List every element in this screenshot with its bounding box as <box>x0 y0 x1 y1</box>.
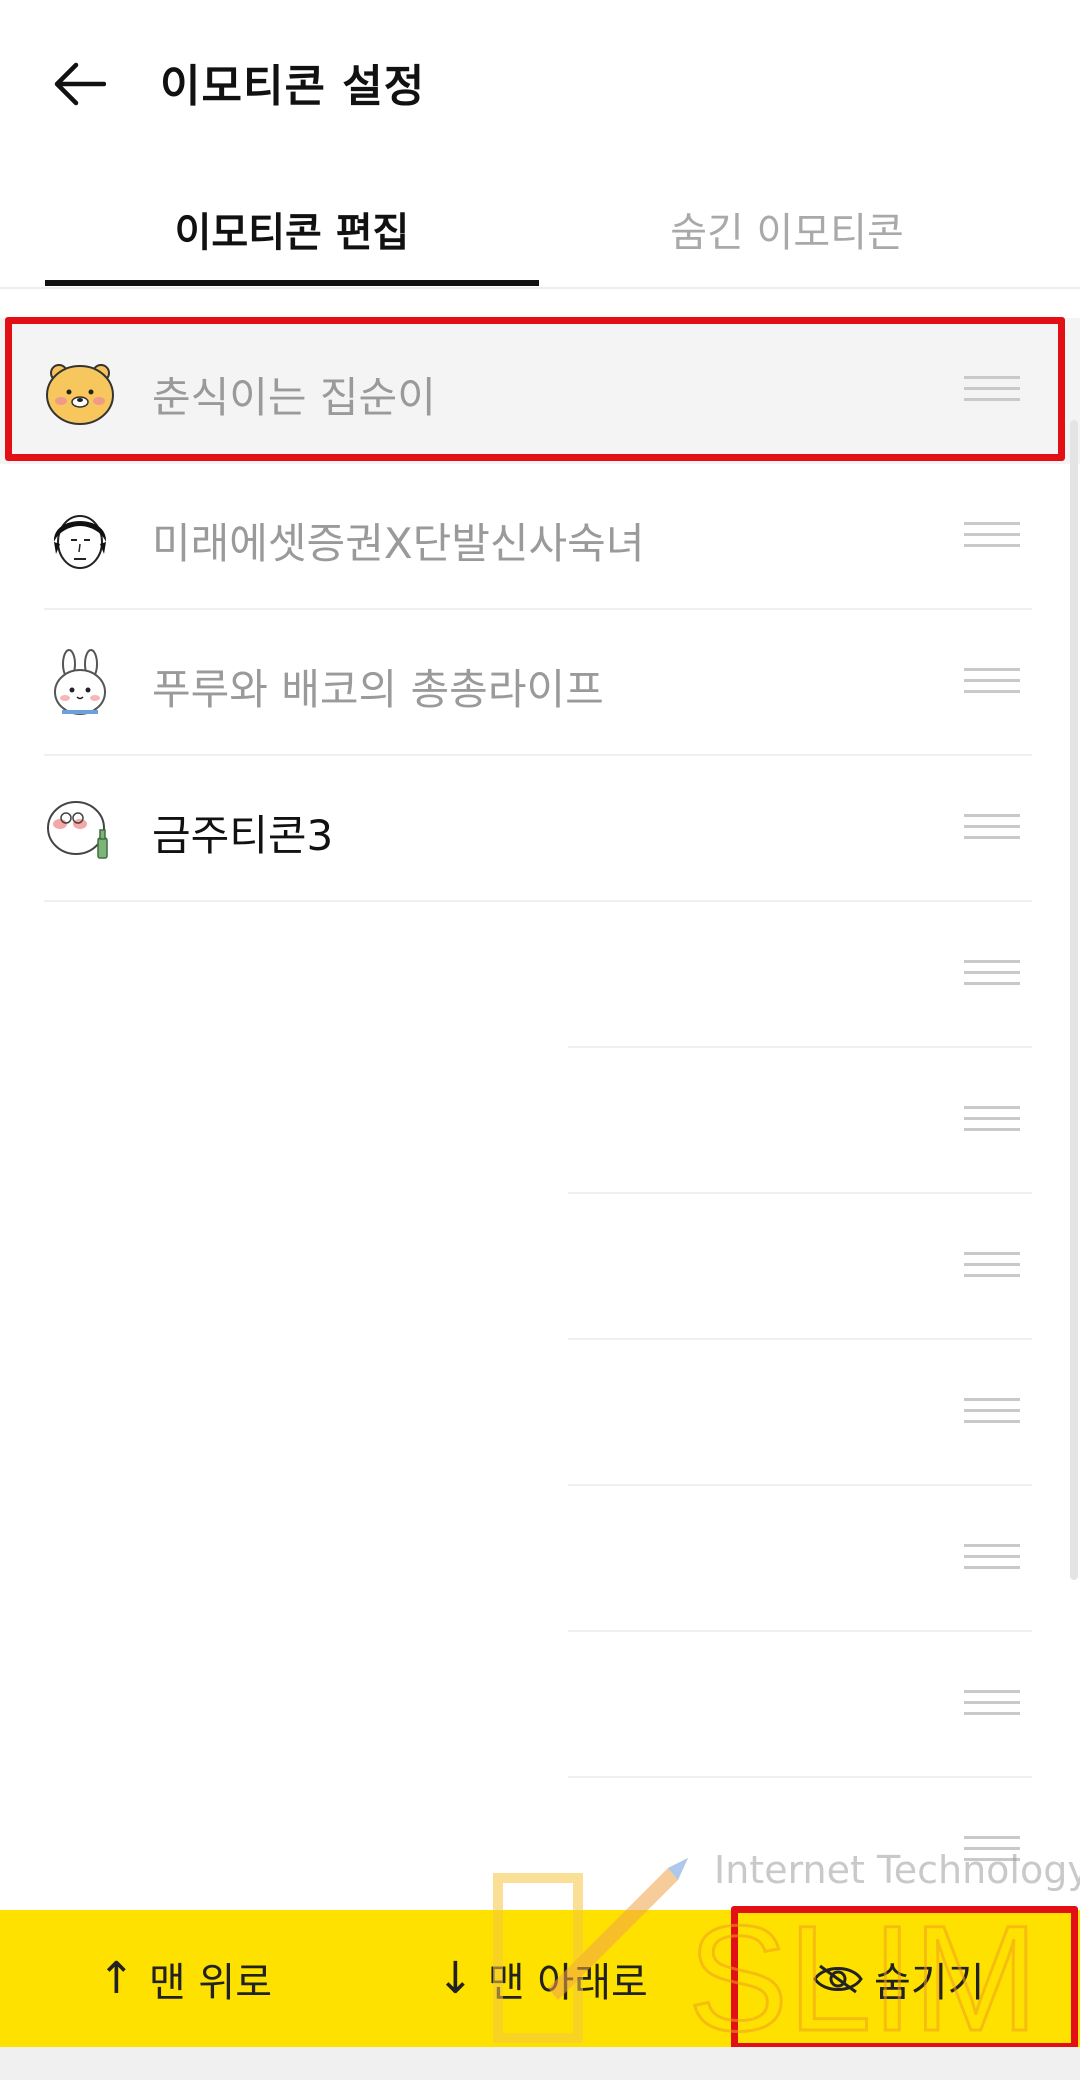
watermark-brand-lettering: SLIM <box>688 1900 1040 2050</box>
arrow-up-icon: ↑ <box>98 1953 135 2004</box>
list-item-empty <box>0 1194 1080 1340</box>
list-item-empty <box>0 902 1080 1048</box>
emoticon-list: 춘식이는 집순이 미래에셋증권X단발신사숙녀 푸루와 배코의 총총라이프 금주티… <box>0 318 1080 2070</box>
list-item[interactable]: 미래에셋증권X단발신사숙녀 <box>0 464 1080 610</box>
list-item-empty <box>0 1340 1080 1486</box>
bob-hair-face-icon <box>53 515 107 569</box>
drag-handle-icon[interactable] <box>964 814 1020 844</box>
move-to-top-label: 맨 위로 <box>148 1959 272 2006</box>
watermark-logo: Internet Technology SLIM <box>488 1838 1080 2058</box>
drag-handle-icon[interactable] <box>964 522 1020 552</box>
page-title: 이모티콘 설정 <box>160 61 426 112</box>
drag-handle-icon[interactable] <box>964 1106 1020 1136</box>
app-header: 이모티콘 설정 <box>0 0 1080 160</box>
rabbit-face-icon <box>54 649 106 715</box>
active-tab-indicator <box>45 280 539 286</box>
back-arrow-icon <box>54 62 106 106</box>
selection-highlight-frame <box>5 317 1065 461</box>
emoticon-name: 미래에셋증권X단발신사숙녀 <box>152 519 645 568</box>
list-item[interactable]: 금주티콘3 <box>0 756 1080 902</box>
bottle-character-icon <box>47 801 108 859</box>
tab-bar: 이모티콘 편집 숨긴 이모티콘 <box>0 170 1080 289</box>
drag-handle-icon[interactable] <box>964 1690 1020 1720</box>
drag-handle-icon[interactable] <box>964 1252 1020 1282</box>
list-item-empty <box>0 1048 1080 1194</box>
list-item-empty <box>0 1632 1080 1778</box>
list-item-empty <box>0 1486 1080 1632</box>
tab-edit-emoticons[interactable]: 이모티콘 편집 <box>45 200 539 258</box>
drag-handle-icon[interactable] <box>964 1544 1020 1574</box>
arrow-down-icon: ↓ <box>437 1953 474 2004</box>
emoticon-name: 푸루와 배코의 총총라이프 <box>152 665 604 714</box>
drag-handle-icon[interactable] <box>964 960 1020 990</box>
back-button[interactable] <box>44 48 116 120</box>
emoticon-name: 금주티콘3 <box>152 811 334 860</box>
list-item[interactable]: 푸루와 배코의 총총라이프 <box>0 610 1080 756</box>
drag-handle-icon[interactable] <box>964 1398 1020 1428</box>
svg-text:SLIM: SLIM <box>688 1900 1038 2050</box>
drag-handle-icon[interactable] <box>964 668 1020 698</box>
tab-hidden-emoticons[interactable]: 숨긴 이모티콘 <box>540 200 1034 258</box>
watermark-text: Internet Technology <box>714 1848 1080 1892</box>
rocket-logo-icon <box>493 1858 688 2043</box>
move-to-top-button[interactable]: ↑ 맨 위로 <box>98 1910 272 2047</box>
scrollbar[interactable] <box>1070 420 1078 1580</box>
